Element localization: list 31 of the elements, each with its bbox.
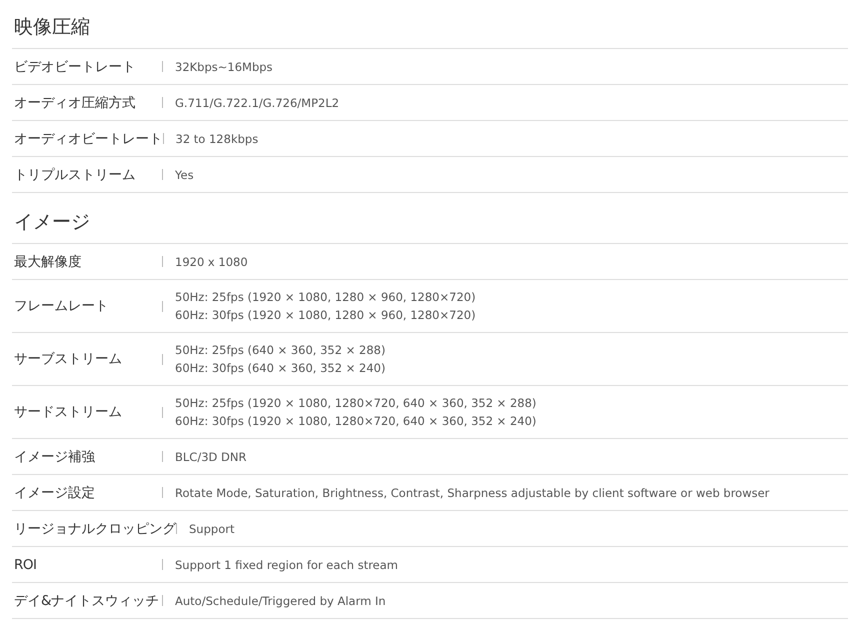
spec-label: ビデオビートレート [14,58,136,76]
spec-label: オーディオビートレート [14,130,162,148]
spec-label: イメージ補強 [14,448,96,466]
spec-label: イメージ設定 [14,484,96,502]
section-heading: イメージ [12,193,848,244]
spec-label: フレームレート [14,297,110,315]
spec-value: 60Hz: 30fps (1920 × 1080, 1280×720, 640 × 360, 352 × 240) [175,413,536,430]
spec-value: 32Kbps~16Mbps [175,58,273,76]
spec-value: 32 to 128kbps [176,130,258,148]
spec-value: 50Hz: 25fps (640 × 360, 352 × 288) [175,342,386,359]
spec-value: Yes [175,166,194,184]
spec-label: 最大解像度 [14,252,82,270]
spec-label: リージョナルクロッピング [14,520,176,538]
spec-value: 60Hz: 30fps (640 × 360, 352 × 240) [175,360,386,377]
spec-value: 60Hz: 30fps (1920 × 1080, 1280 × 960, 1280×720) [175,307,476,324]
spec-label: オーディオ圧縮方式 [14,94,136,112]
spec-label: デイ&ナイトスウィッチ [14,592,160,610]
spec-value: G.711/G.722.1/G.726/MP2L2 [175,94,340,112]
spec-value: 50Hz: 25fps (1920 × 1080, 1280×720, 640 × 360, 352 × 288) [175,395,536,412]
spec-value: 1920 x 1080 [175,254,248,270]
spec-value: Auto/Schedule/Triggered by Alarm In [175,592,386,610]
section-heading: 映像圧縮 [12,8,848,49]
spec-value: BLC/3D DNR [175,448,246,466]
spec-label: トリプルストリーム [14,166,136,184]
spec-label: サーブストリーム [14,350,123,368]
spec-label: サードストリーム [14,403,123,421]
spec-value: Support [189,520,234,538]
spec-value: 50Hz: 25fps (1920 × 1080, 1280 × 960, 1280×720) [175,289,476,306]
spec-value: Rotate Mode, Saturation, Brightness, Contrast, Sharpness adjustable by client software or web browser [175,484,770,502]
spec-value: Support 1 fixed region for each stream [175,556,398,574]
spec-label: ROI [14,556,38,572]
